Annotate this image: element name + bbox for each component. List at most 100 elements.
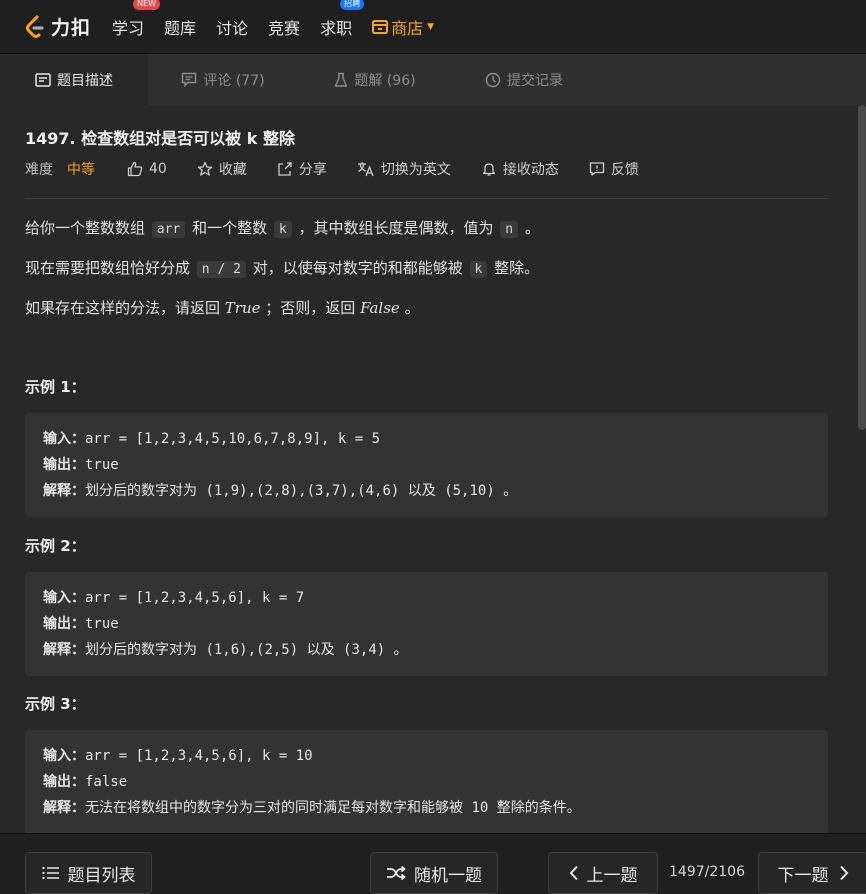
text: 对，以使每对数字的和都能够被 bbox=[252, 259, 463, 277]
tab-bar: 题目描述 评论 (77) 题解 (96) 提交记录 bbox=[0, 54, 866, 105]
store-icon bbox=[372, 19, 389, 34]
shuffle-icon bbox=[387, 865, 406, 881]
example-block: 输入：arr = [1,2,3,4,5,10,6,7,8,9], k = 5 输… bbox=[25, 413, 828, 517]
share-icon bbox=[278, 162, 292, 176]
nav-item-learn[interactable]: 学习 NEW bbox=[112, 0, 161, 39]
problem-list-button[interactable]: 题目列表 bbox=[25, 852, 152, 894]
inline-code: k bbox=[273, 221, 292, 238]
nav-item-label: 学习 bbox=[112, 18, 145, 38]
explanation-label: 解释： bbox=[43, 800, 85, 816]
example-output: 输出：true bbox=[43, 611, 810, 637]
nav-item-discuss[interactable]: 讨论 bbox=[216, 15, 248, 39]
description-paragraph: 现在需要把数组恰好分成 n / 2 对，以使每对数字的和都能够被 k 整除。 bbox=[25, 257, 539, 281]
code-text: (5,10) bbox=[444, 483, 495, 499]
input-label: 输入： bbox=[43, 748, 85, 764]
next-problem-button[interactable]: 下一题 bbox=[758, 852, 866, 894]
output-value: true bbox=[85, 457, 119, 473]
tab-submissions[interactable]: 提交记录 bbox=[452, 54, 596, 105]
leetcode-logo-icon bbox=[26, 15, 44, 38]
share-label: 分享 bbox=[298, 162, 327, 178]
text: 和一个整数 bbox=[192, 219, 268, 237]
text: 无法在将数组中的数字分为三对的同时满足每对数字和能够被 bbox=[85, 800, 463, 816]
random-problem-label: 随机一题 bbox=[414, 865, 482, 886]
next-problem-label: 下一题 bbox=[777, 865, 829, 886]
text: 。 bbox=[404, 299, 420, 317]
output-value: false bbox=[85, 774, 128, 790]
caret-down-icon: ▼ bbox=[427, 21, 435, 32]
output-label: 输出： bbox=[43, 616, 85, 632]
logo-text: 力扣 bbox=[51, 17, 92, 39]
difficulty-label: 难度 bbox=[25, 162, 53, 178]
text: 。 bbox=[524, 219, 540, 237]
scrollbar[interactable] bbox=[858, 105, 866, 430]
new-badge: NEW bbox=[133, 0, 161, 10]
feedback-button[interactable]: 反馈 bbox=[589, 159, 639, 179]
text: ；否则，返回 bbox=[265, 299, 356, 317]
subscribe-button[interactable]: 接收动态 bbox=[481, 159, 559, 179]
clock-icon bbox=[485, 72, 501, 87]
thumbs-up-icon bbox=[127, 161, 143, 177]
description-icon bbox=[35, 72, 51, 87]
tab-label: 提交记录 bbox=[507, 72, 563, 89]
tab-label: 评论 (77) bbox=[203, 72, 265, 89]
description-paragraph: 如果存在这样的分法，请返回 True ；否则，返回 False 。 bbox=[25, 297, 420, 319]
prev-problem-button[interactable]: 上一题 bbox=[548, 852, 658, 894]
like-button[interactable]: 40 bbox=[127, 161, 167, 177]
example-title: 示例 1： bbox=[25, 378, 86, 396]
problem-title: 1497. 检查数组对是否可以被 k 整除 bbox=[25, 129, 295, 148]
star-icon bbox=[197, 161, 212, 176]
nav-item-contest[interactable]: 竞赛 bbox=[268, 15, 300, 39]
example-title: 示例 3： bbox=[25, 695, 86, 713]
tab-label: 题目描述 bbox=[57, 72, 113, 89]
switch-language-button[interactable]: 切换为英文 bbox=[357, 159, 451, 179]
output-label: 输出： bbox=[43, 774, 85, 790]
top-nav: 力扣 学习 NEW 题库 讨论 竞赛 求职 招聘 商店 ▼ bbox=[0, 0, 866, 54]
logo[interactable]: 力扣 bbox=[22, 13, 100, 40]
input-label: 输入： bbox=[43, 431, 85, 447]
problem-content: 1497. 检查数组对是否可以被 k 整除 难度 中等 40 收藏 分享 切换为… bbox=[25, 105, 828, 833]
text: ，其中数组长度是偶数，值为 bbox=[298, 219, 494, 237]
text: 给你一个整数数组 bbox=[25, 219, 146, 237]
nav-item-label: 题库 bbox=[164, 18, 197, 38]
output-label: 输出： bbox=[43, 457, 85, 473]
text: 以及 bbox=[306, 642, 335, 658]
tab-description[interactable]: 题目描述 bbox=[0, 54, 148, 105]
tab-comments[interactable]: 评论 (77) bbox=[148, 54, 298, 105]
code-text: (1,9),(2,8),(3,7),(4,6) bbox=[205, 483, 400, 499]
example-explanation: 解释：划分后的数字对为 (1,9),(2,8),(3,7),(4,6) 以及 (… bbox=[43, 478, 810, 504]
favorite-label: 收藏 bbox=[218, 162, 247, 178]
italic-text: False bbox=[360, 299, 400, 317]
nav-item-label: 竞赛 bbox=[268, 18, 301, 38]
tab-solutions[interactable]: 题解 (96) bbox=[298, 54, 452, 105]
nav-item-problems[interactable]: 题库 bbox=[164, 15, 196, 39]
nav-item-label: 商店 bbox=[391, 18, 424, 38]
code-text: (3,4) bbox=[343, 642, 386, 658]
random-problem-button[interactable]: 随机一题 bbox=[370, 852, 498, 894]
example-title: 示例 2： bbox=[25, 537, 86, 555]
inline-code: arr bbox=[151, 221, 186, 238]
example-block: 输入：arr = [1,2,3,4,5,6], k = 10 输出：false … bbox=[25, 730, 828, 833]
bottom-bar: 题目列表 随机一题 上一题 1497/2106 下一题 bbox=[0, 833, 866, 894]
difficulty-badge: 中等 bbox=[67, 162, 95, 178]
text: 整除。 bbox=[494, 259, 540, 277]
example-block: 输入：arr = [1,2,3,4,5,6], k = 7 输出：true 解释… bbox=[25, 572, 828, 676]
nav-item-label: 讨论 bbox=[216, 18, 249, 38]
problem-counter: 1497/2106 bbox=[669, 864, 745, 880]
inline-code: n bbox=[500, 221, 519, 238]
nav-item-jobs[interactable]: 求职 招聘 bbox=[320, 0, 365, 39]
favorite-button[interactable]: 收藏 bbox=[197, 159, 247, 179]
feedback-icon bbox=[589, 162, 604, 176]
share-button[interactable]: 分享 bbox=[277, 159, 327, 179]
explanation-label: 解释： bbox=[43, 483, 85, 499]
subscribe-label: 接收动态 bbox=[502, 162, 559, 178]
nav-item-label: 求职 bbox=[320, 18, 353, 38]
hiring-badge: 招聘 bbox=[340, 0, 365, 10]
text: 整除的条件。 bbox=[496, 800, 581, 816]
output-value: true bbox=[85, 616, 119, 632]
text: 现在需要把数组恰好分成 bbox=[25, 259, 191, 277]
text: 如果存在这样的分法，请返回 bbox=[25, 299, 221, 317]
flask-icon bbox=[335, 72, 348, 87]
translate-icon bbox=[357, 162, 374, 177]
example-output: 输出：false bbox=[43, 769, 810, 795]
nav-item-store[interactable]: 商店 ▼ bbox=[372, 15, 434, 39]
